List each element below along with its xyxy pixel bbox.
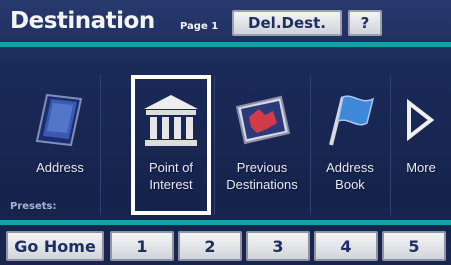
option-address-book[interactable]: Address Book: [310, 75, 390, 215]
navigation-screen: Destination Page 1 Del.Dest. ? Address P…: [0, 0, 451, 265]
preset-3-button[interactable]: 3: [246, 231, 310, 261]
building-columns-icon: [136, 89, 206, 151]
option-label: Address: [36, 160, 84, 175]
header-divider: [0, 42, 451, 47]
preset-1-button[interactable]: 1: [110, 231, 174, 261]
preset-4-button[interactable]: 4: [314, 231, 378, 261]
option-label: Book: [335, 177, 365, 192]
option-label: Previous: [236, 160, 288, 175]
option-label: More: [406, 160, 436, 175]
page-title: Destination: [10, 8, 155, 34]
preset-2-button[interactable]: 2: [178, 231, 242, 261]
page-indicator: Page 1: [180, 21, 219, 32]
option-label: Interest: [149, 177, 193, 192]
option-label: Point of: [148, 160, 194, 175]
delete-destination-button[interactable]: Del.Dest.: [232, 10, 342, 36]
option-label: Address: [326, 160, 374, 175]
preset-5-button[interactable]: 5: [382, 231, 446, 261]
flag-icon: [315, 89, 385, 151]
map-icon: [227, 89, 297, 151]
option-more[interactable]: More: [391, 75, 451, 215]
help-button[interactable]: ?: [348, 10, 382, 36]
address-book-icon: [25, 89, 95, 151]
presets-label: Presets:: [10, 201, 57, 212]
option-previous-destinations[interactable]: Previous Destinations: [214, 75, 310, 215]
preset-go-home-button[interactable]: Go Home: [6, 231, 104, 261]
option-address[interactable]: Address: [20, 75, 100, 215]
grid-divider: [100, 75, 101, 215]
option-label: Destinations: [226, 177, 298, 192]
footer-divider: [0, 220, 451, 225]
option-point-of-interest[interactable]: Point of Interest: [131, 75, 211, 215]
arrow-right-icon: [401, 89, 441, 151]
